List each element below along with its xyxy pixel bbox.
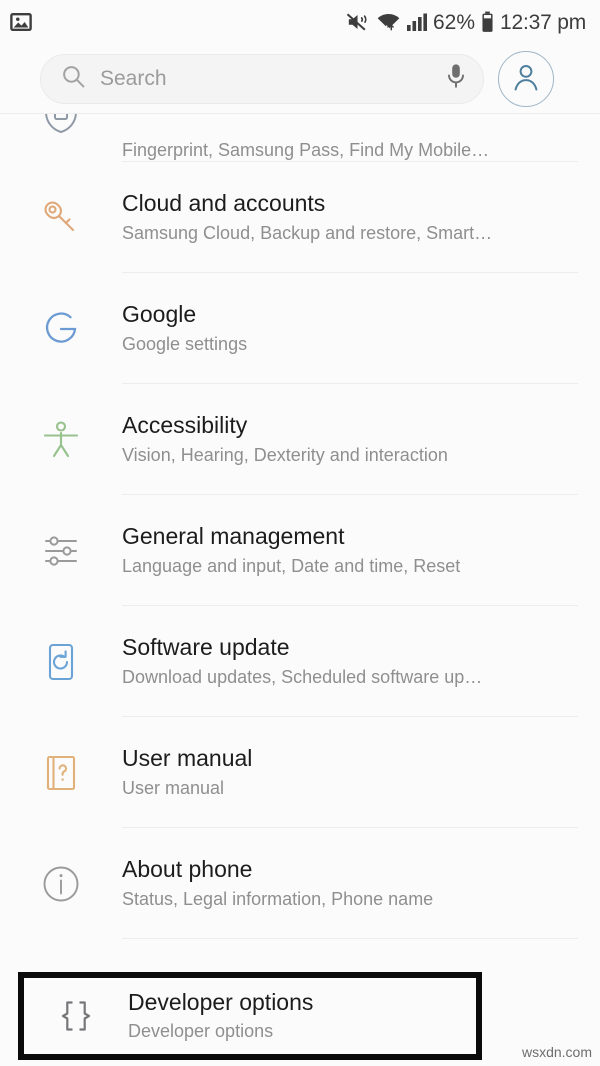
status-bar-notifications — [10, 11, 32, 33]
developer-options-highlight[interactable]: Developer options Developer options — [18, 972, 482, 1060]
list-item-about-phone[interactable]: About phone Status, Legal information, P… — [0, 828, 600, 939]
battery-percent-label: 62% — [433, 10, 476, 34]
google-g-icon — [0, 305, 122, 353]
watermark: wsxdn.com — [521, 1044, 592, 1060]
shield-lock-icon — [0, 114, 122, 162]
list-item-title: Accessibility — [122, 412, 248, 438]
list-item-subtitle: Language and input, Date and time, Reset — [122, 555, 461, 576]
list-item-text: Fingerprint, Samsung Pass, Find My Mobil… — [122, 139, 600, 162]
search-header: Search — [0, 44, 600, 114]
account-avatar-icon — [508, 58, 544, 99]
search-icon — [61, 64, 86, 94]
status-bar-indicators: 62% 12:37 pm — [346, 11, 586, 33]
list-item-subtitle: User manual — [122, 777, 225, 798]
list-item-google[interactable]: Google Google settings — [0, 273, 600, 384]
list-item-biometrics-security[interactable]: Fingerprint, Samsung Pass, Find My Mobil… — [0, 114, 600, 162]
list-item-subtitle: Vision, Hearing, Dexterity and interacti… — [122, 444, 448, 465]
mute-vibrate-icon — [346, 11, 370, 33]
software-update-icon — [0, 640, 122, 684]
battery-icon — [481, 11, 494, 33]
list-item-title: General management — [122, 523, 345, 549]
search-placeholder: Search — [100, 67, 167, 90]
account-avatar-button[interactable] — [498, 50, 554, 107]
search-input[interactable]: Search — [40, 53, 484, 104]
list-item-text: Developer options Developer options — [128, 989, 476, 1044]
list-item-subtitle: Samsung Cloud, Backup and restore, Smart… — [122, 222, 493, 243]
list-item-text: Accessibility Vision, Hearing, Dexterity… — [122, 412, 600, 467]
list-item-cloud-and-accounts[interactable]: Cloud and accounts Samsung Cloud, Backup… — [0, 162, 600, 273]
list-item-title: Cloud and accounts — [122, 190, 326, 216]
list-item-text: Cloud and accounts Samsung Cloud, Backup… — [122, 190, 600, 245]
sliders-icon — [0, 528, 122, 574]
list-item-subtitle: Download updates, Scheduled software up… — [122, 666, 483, 687]
list-item-text: About phone Status, Legal information, P… — [122, 856, 600, 911]
user-manual-book-icon — [0, 751, 122, 795]
signal-bars-icon — [407, 12, 427, 32]
list-item-title: Software update — [122, 634, 290, 660]
list-item-title: User manual — [122, 745, 253, 771]
list-item-text: Software update Download updates, Schedu… — [122, 634, 600, 689]
microphone-icon[interactable] — [445, 63, 467, 94]
list-item-general-management[interactable]: General management Language and input, D… — [0, 495, 600, 606]
list-item-text: General management Language and input, D… — [122, 523, 600, 578]
curly-braces-icon — [24, 994, 128, 1038]
list-item-software-update[interactable]: Software update Download updates, Schedu… — [0, 606, 600, 717]
accessibility-person-icon — [0, 417, 122, 463]
list-item-subtitle: Google settings — [122, 333, 248, 354]
list-item-title: Developer options — [128, 988, 314, 1015]
list-item-subtitle: Status, Legal information, Phone name — [122, 888, 434, 909]
phone-screen: 62% 12:37 pm Search Fingerprint, Samsung… — [0, 0, 600, 1066]
list-item-text: Google Google settings — [122, 301, 600, 356]
list-item-subtitle: Developer options — [128, 1021, 274, 1042]
gallery-icon — [10, 11, 32, 33]
list-item-title: Google — [122, 301, 197, 327]
list-item-user-manual[interactable]: User manual User manual — [0, 717, 600, 828]
info-circle-icon — [0, 861, 122, 907]
clock-label: 12:37 pm — [500, 10, 586, 34]
wifi-icon — [376, 11, 401, 33]
list-item-subtitle: Fingerprint, Samsung Pass, Find My Mobil… — [122, 139, 490, 160]
list-item-title: About phone — [122, 856, 253, 882]
status-bar: 62% 12:37 pm — [0, 0, 600, 44]
settings-list: Fingerprint, Samsung Pass, Find My Mobil… — [0, 114, 600, 1050]
list-item-text: User manual User manual — [122, 745, 600, 800]
key-icon — [0, 194, 122, 242]
list-item-accessibility[interactable]: Accessibility Vision, Hearing, Dexterity… — [0, 384, 600, 495]
